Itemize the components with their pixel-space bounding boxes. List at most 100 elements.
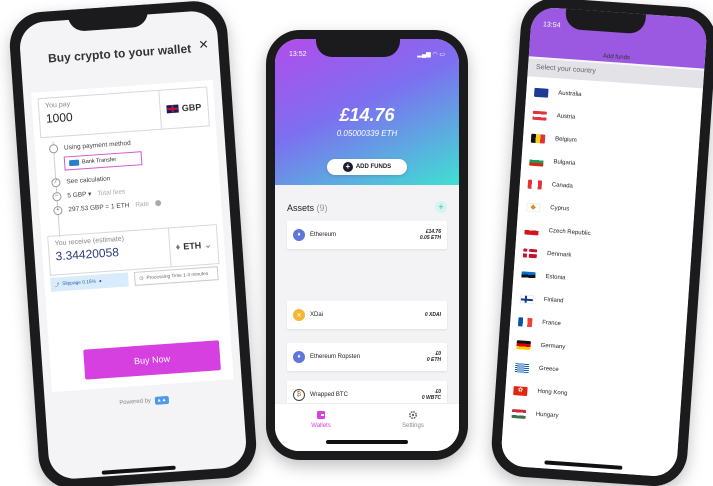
asset-name: Ethereum [310,232,337,238]
wallet-screen: 13:52 ▂▄▆ ◠ ▭ £14.76 0.05000339 ETH + AD… [275,39,459,451]
balance-hero: 13:52 ▂▄▆ ◠ ▭ £14.76 0.05000339 ETH + AD… [275,39,459,185]
assets-count: (9) [316,203,328,213]
slippage-text: Slippage 0.15% [62,279,97,287]
chevron-down-icon: ⌄ [203,239,213,250]
close-icon[interactable]: × [198,36,209,55]
fee-breakdown: Using payment method Bank Transfer ⁄ See… [48,130,214,238]
austria-flag-icon [532,110,547,121]
phone-notch [316,39,400,57]
payment-method-select[interactable]: Bank Transfer [63,151,143,171]
country-name: Hong Kong [537,388,568,397]
eth-icon: ♦ [175,241,181,253]
asset-amount: £0 0 WBTC [422,389,441,401]
fees-value[interactable]: 5 GBP ▾ [67,190,92,200]
country-name: Canada [551,182,574,190]
country-name: Belgium [554,136,577,144]
country-name: Austria [556,113,576,121]
country-name: Greece [538,365,559,374]
gear-icon [408,410,418,420]
wallet-icon [317,411,325,419]
eth-icon: ♦ [293,229,305,241]
canada-flag-icon [527,179,543,190]
hungary-flag-icon [511,408,527,419]
status-icons: ▂▄▆ ◠ ▭ [417,51,445,58]
receive-currency-select[interactable]: ♦ ETH ⌄ [167,225,219,267]
add-funds-button[interactable]: + ADD FUNDS [327,159,407,175]
greece-flag-icon [514,362,530,373]
fiat-balance: £14.76 [339,105,395,125]
add-funds-label: ADD FUNDS [355,164,392,170]
receive-currency: ETH [182,240,202,252]
asset-name: Ethereum Ropsten [310,354,361,360]
uk-flag-icon [166,104,180,114]
australia-flag-icon [533,87,549,98]
asset-row-ethereum-ropsten[interactable]: ♦ Ethereum Ropsten £0 0 ETH [287,343,447,371]
calculator-icon: ⁄ [51,177,61,188]
info-icon: ● [98,278,102,284]
country-name: Hungary [535,411,559,420]
pay-currency-select[interactable]: GBP [158,87,209,129]
payment-method-value: Bank Transfer [81,156,117,166]
asset-row-ethereum[interactable]: ♦ Ethereum £14.76 0.05 ETH [287,221,447,249]
hong-kong-flag-icon: ✿ [513,385,528,396]
asset-amount: 0 XDAI [425,312,441,318]
asset-amount: £14.76 0.05 ETH [420,229,441,241]
country-select-screen: 13:54 Add funds Select your country Aust… [500,6,708,478]
country-name: Bulgaria [553,159,576,167]
eth-balance: 0.05000339 ETH [336,129,398,138]
wbtc-icon: ₿ [293,389,305,401]
country-name: Estonia [545,274,566,282]
plus-icon: + [342,162,353,172]
provider-logo-icon: ▲▲ [154,395,169,405]
asset-amount: £0 0 ETH [427,351,441,363]
assets-title: Assets [287,203,315,213]
rate-value: 297.53 GBP = 1 ETH [68,201,130,213]
add-asset-icon[interactable]: + [435,201,447,213]
status-time: 13:52 [289,51,307,58]
pay-currency: GBP [181,101,202,114]
country-name: Finland [543,296,564,305]
estonia-flag-icon [521,270,536,281]
czech-flag-icon [524,224,539,235]
tab-label: Settings [402,423,424,429]
phone-wallet: 13:52 ▂▄▆ ◠ ▭ £14.76 0.05000339 ETH + AD… [266,30,468,460]
pay-field[interactable]: You pay 1000 GBP [37,86,210,139]
powered-by-label: Powered by [119,398,152,407]
asset-name: Wrapped BTC [310,392,348,398]
finland-flag-icon [519,293,535,304]
clock-icon: ◷ [139,275,144,282]
country-name: Cyprus [550,205,570,213]
country-name: Czech Republic [548,228,591,238]
germany-flag-icon [516,339,531,350]
asset-crypto: 0 WBTC [421,395,441,401]
method-label: Using payment method [63,139,131,152]
chart-icon: ⤴ [54,282,60,289]
status-time: 13:54 [542,21,561,30]
slippage-chip[interactable]: ⤴ Slippage 0.15% ● [50,272,129,292]
phone-buy-crypto: Buy crypto to your wallet × You pay 1000… [7,0,259,486]
belgium-flag-icon [530,133,546,144]
asset-row-xdai[interactable]: ✕ XDai 0 XDAI [287,301,447,329]
denmark-flag-icon [522,247,538,258]
bank-icon [68,159,80,167]
country-name: Germany [540,342,566,351]
tab-label: Wallets [311,423,331,429]
powered-by: Powered by ▲▲ [45,391,243,413]
phone-country-select: 13:54 Add funds Select your country Aust… [489,0,713,486]
xdai-icon: ✕ [293,309,305,321]
info-icon[interactable] [154,199,162,207]
see-calculation-link[interactable]: See calculation [66,175,110,185]
assets-section: Assets (9) + ♦ Ethereum £14.76 0.05 ETH … [275,185,459,451]
rate-label: Rate [135,200,150,209]
signal-icon: ▂▄▆ [417,52,431,58]
home-indicator[interactable] [326,440,408,444]
processing-text: Processing Time 1-3 minutes [146,271,209,281]
buy-crypto-screen: Buy crypto to your wallet × You pay 1000… [18,9,248,481]
fees-label: Total fees [97,187,126,197]
minus-icon: − [52,191,62,201]
asset-crypto: 0 ETH [426,357,441,363]
eth-icon: ♦ [293,351,305,363]
plus-icon: + [53,205,63,215]
country-name: Denmark [546,251,572,259]
dot-icon [48,143,59,154]
